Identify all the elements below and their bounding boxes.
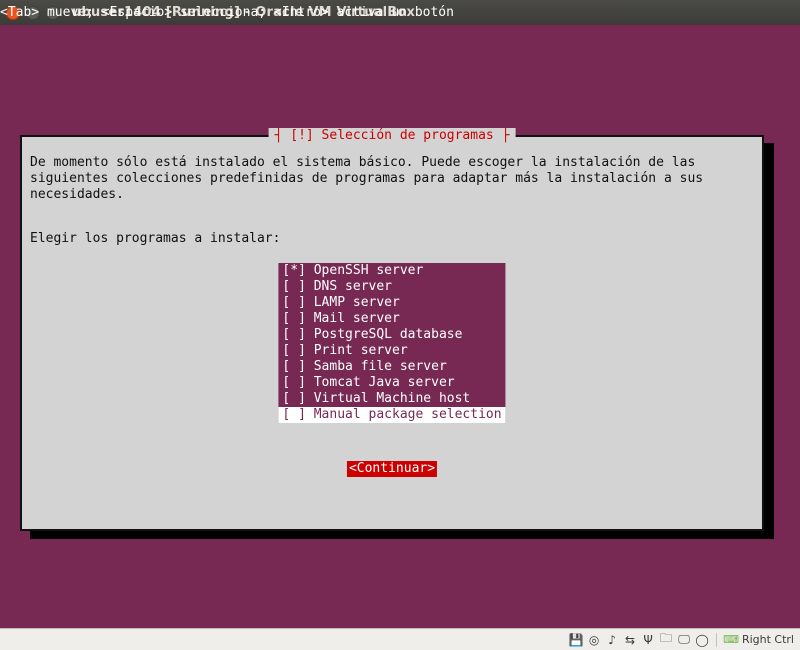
package-option[interactable]: [ ] Mail server xyxy=(278,311,505,327)
hostkey-indicator[interactable]: ⌨ Right Ctrl xyxy=(723,633,794,646)
network-icon[interactable]: ⇆ xyxy=(622,632,638,648)
package-option[interactable]: [ ] LAMP server xyxy=(278,295,505,311)
package-list[interactable]: [*] OpenSSH server [ ] DNS server [ ] LA… xyxy=(278,263,505,423)
usb-icon[interactable]: Ψ xyxy=(640,632,656,648)
dialog-title: ┤ [!] Selección de programas ├ xyxy=(269,128,516,144)
status-icons: 💾 ◎ ♪ ⇆ Ψ 🗀 🖵 ◯ xyxy=(568,632,710,648)
dialog-message: De momento sólo está instalado el sistem… xyxy=(30,155,754,203)
hostkey-label: Right Ctrl xyxy=(742,633,794,646)
package-option[interactable]: [ ] Virtual Machine host xyxy=(278,391,505,407)
status-separator xyxy=(716,633,717,647)
package-option[interactable]: [ ] DNS server xyxy=(278,279,505,295)
key-hint: <Tab> mueve; <Espacio> selecciona; <Intr… xyxy=(0,5,454,21)
continue-button[interactable]: <Continuar> xyxy=(347,461,437,477)
vm-display: ┤ [!] Selección de programas ├ De moment… xyxy=(0,25,800,628)
package-option[interactable]: [ ] Samba file server xyxy=(278,359,505,375)
audio-icon[interactable]: ♪ xyxy=(604,632,620,648)
display-icon[interactable]: 🖵 xyxy=(676,632,692,648)
package-option[interactable]: [ ] Tomcat Java server xyxy=(278,375,505,391)
harddisk-icon[interactable]: 💾 xyxy=(568,632,584,648)
recording-icon[interactable]: ◯ xyxy=(694,632,710,648)
package-option[interactable]: [*] OpenSSH server xyxy=(278,263,505,279)
vbox-statusbar: 💾 ◎ ♪ ⇆ Ψ 🗀 🖵 ◯ ⌨ Right Ctrl xyxy=(0,628,800,650)
dialog-prompt: Elegir los programas a instalar: xyxy=(30,231,280,247)
package-option[interactable]: [ ] Print server xyxy=(278,343,505,359)
keyboard-icon: ⌨ xyxy=(723,633,739,646)
tasksel-dialog: ┤ [!] Selección de programas ├ De moment… xyxy=(20,135,764,531)
package-option[interactable]: [ ] Manual package selection xyxy=(278,407,505,423)
shared-folder-icon[interactable]: 🗀 xyxy=(658,632,674,648)
cd-icon[interactable]: ◎ xyxy=(586,632,602,648)
package-option[interactable]: [ ] PostgreSQL database xyxy=(278,327,505,343)
